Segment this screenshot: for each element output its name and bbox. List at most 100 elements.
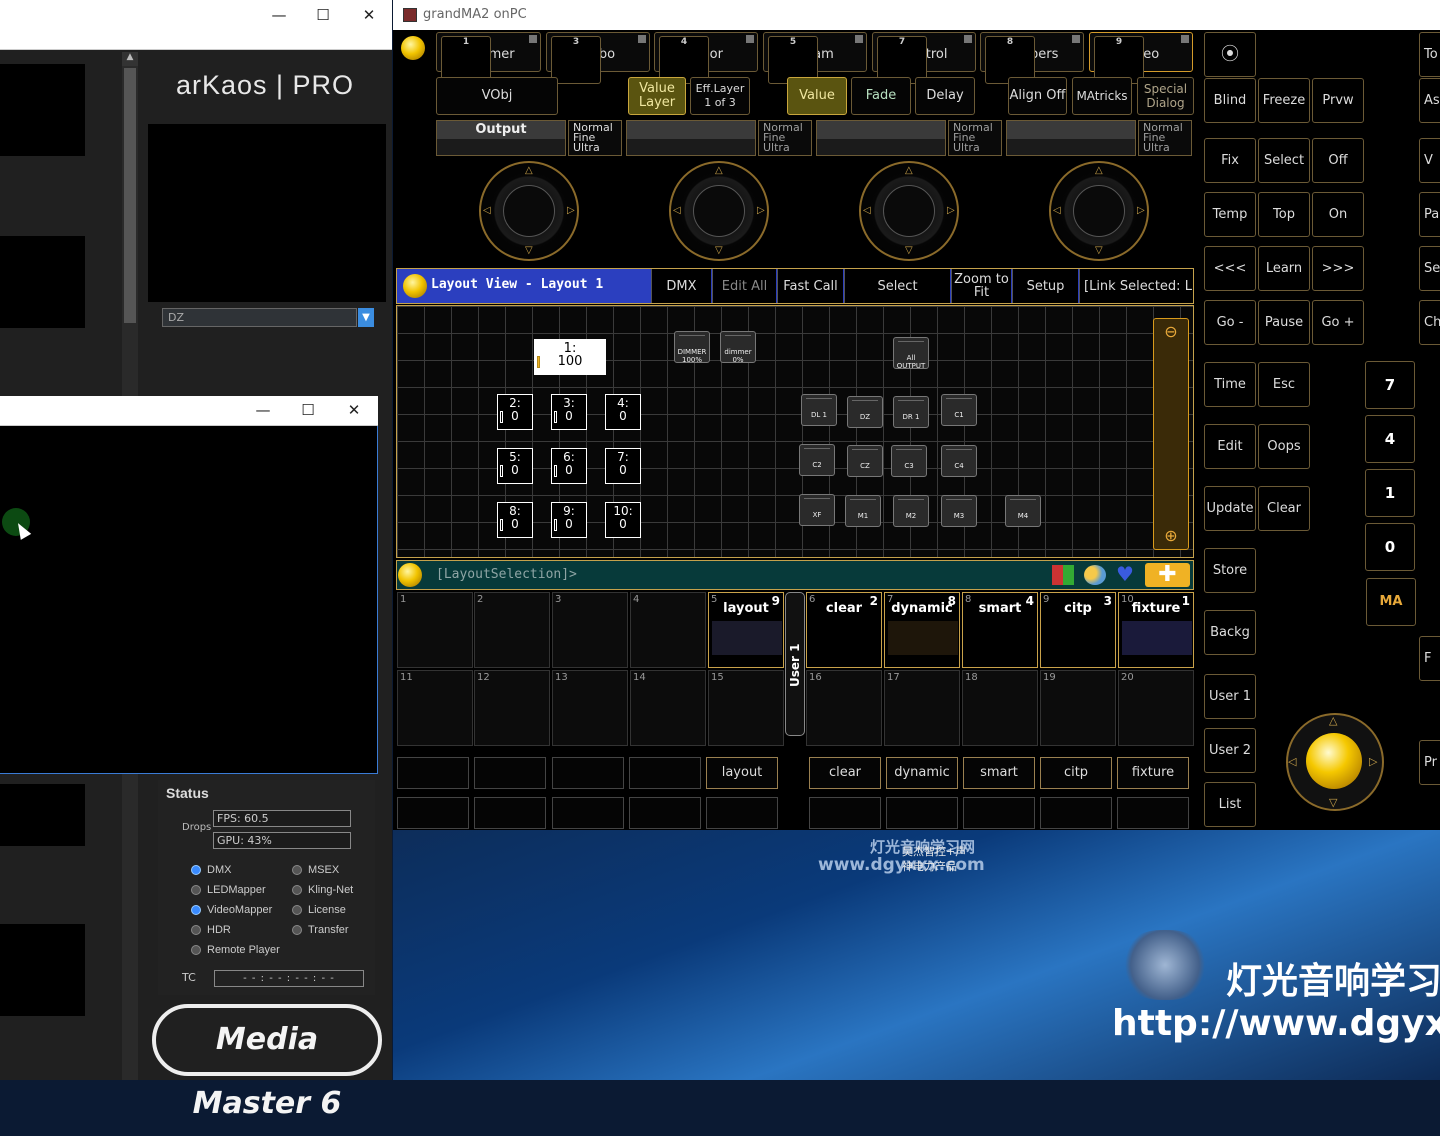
attribute-shapers[interactable]: 8Shapers [980,32,1084,84]
media-thumbnail[interactable] [0,236,85,328]
layout-object[interactable]: M1 [845,495,881,527]
target-icon[interactable]: ⦿ [1204,32,1256,77]
preview-select[interactable]: DZ [162,308,357,327]
executor-button[interactable] [629,757,701,789]
layout-object[interactable]: dimmer 0% [720,331,756,364]
radio-msex[interactable]: MSEX [292,864,339,876]
scrollbar-thumb[interactable] [124,68,136,323]
executor-dynamic[interactable]: dynamic [886,757,958,789]
key-off[interactable]: Off [1312,138,1364,183]
layout-cell-5[interactable]: 5: 0 [497,448,533,484]
radio-transfer[interactable]: Transfer [292,924,349,936]
executor-button[interactable] [706,797,778,829]
pool-slot-layout[interactable]: 5 9 layout [708,592,784,668]
resolution-selector[interactable]: Normal Fine Ultra [1138,120,1192,156]
executor-button[interactable] [963,797,1035,829]
pool-slot[interactable]: 12 [474,670,550,746]
vobj-button[interactable]: VObj [436,77,558,115]
command-line[interactable]: [LayoutSelection]> [436,567,577,582]
attribute-video[interactable]: 9Video [1089,32,1193,84]
key-temp[interactable]: Temp [1204,192,1256,237]
pool-slot[interactable]: 3 [552,592,628,668]
encoder-bar[interactable] [626,120,756,156]
executor-button[interactable] [886,797,958,829]
radio-hdr[interactable]: HDR [191,924,231,936]
pool-slot-clear[interactable]: 6 2 clear [806,592,882,668]
attribute-color[interactable]: 4Color [654,32,758,84]
media-thumbnail[interactable] [0,784,85,846]
attribute-dimmer[interactable]: 1Dimmer [436,32,541,84]
executor-button[interactable] [552,757,624,789]
key-edge[interactable]: To [1419,32,1440,77]
layout-cell-10[interactable]: 10: 0 [605,502,641,538]
tab-link-selected[interactable]: [Link Selected: L [1079,269,1193,303]
pool-slot[interactable]: 18 [962,670,1038,746]
fixture-sheet-icon[interactable] [1052,565,1074,585]
pool-slot[interactable]: 17 [884,670,960,746]
resolution-selector[interactable]: Normal Fine Ultra [948,120,1002,156]
executor-button[interactable] [474,757,546,789]
encoder-knob[interactable]: △ ▽ ◁ ▷ [669,161,769,261]
encoder-knob[interactable]: △ ▽ ◁ ▷ [479,161,579,261]
scroll-up-icon[interactable]: ▲ [122,52,138,66]
radio-license[interactable]: License [292,904,346,916]
tab-edit-all[interactable]: Edit All [712,269,776,303]
pool-slot[interactable]: 4 [630,592,706,668]
layout-object[interactable]: C3 [891,445,927,477]
layout-cell-9[interactable]: 9: 0 [551,502,587,538]
key-edge[interactable]: F [1419,636,1440,681]
trackball-ball-icon[interactable] [1306,733,1362,789]
pool-slot[interactable]: 11 [397,670,473,746]
key-prvw[interactable]: Prvw [1312,78,1364,123]
eff-layer-button[interactable]: Eff.Layer 1 of 3 [690,77,750,115]
key-learn[interactable]: Learn [1258,246,1310,291]
pool-slot[interactable]: 2 [474,592,550,668]
key-oops[interactable]: Oops [1258,424,1310,469]
value-button[interactable]: Value [787,77,847,115]
executor-button[interactable] [474,797,546,829]
executor-button[interactable] [1040,797,1112,829]
attribute-control[interactable]: 7Control [872,32,976,84]
layout-object[interactable]: XF [799,494,835,526]
key-fix[interactable]: Fix [1204,138,1256,183]
key-select[interactable]: Select [1258,138,1310,183]
pool-slot-citp[interactable]: 9 3 citp [1040,592,1116,668]
layout-object[interactable]: All OUTPUT [893,337,929,370]
key-go-minus[interactable]: Go - [1204,300,1256,345]
key-edge[interactable]: Ch [1419,300,1440,345]
pool-slot[interactable]: 15 [708,670,784,746]
yellow-ball-icon[interactable] [403,274,427,298]
key-freeze[interactable]: Freeze [1258,78,1310,123]
numpad-0[interactable]: 0 [1365,523,1415,571]
key-edge[interactable]: Pa [1419,192,1440,237]
zoom-in-icon[interactable]: ⊕ [1160,526,1182,548]
key-update[interactable]: Update [1204,486,1256,531]
close-button[interactable]: ✕ [354,6,384,24]
pool-slot-dynamic[interactable]: 7 8 dynamic [884,592,960,668]
layout-object[interactable]: DIMMER 100% [674,331,710,364]
radio-remote-player[interactable]: Remote Player [191,944,280,956]
matricks-button[interactable]: MAtricks [1072,77,1132,115]
pool-slot[interactable]: 20 [1118,670,1194,746]
yellow-ball-icon[interactable] [398,563,422,587]
key-esc[interactable]: Esc [1258,362,1310,407]
layout-cell-6[interactable]: 6: 0 [551,448,587,484]
key-on[interactable]: On [1312,192,1364,237]
chevron-down-icon[interactable]: ▼ [358,308,374,327]
key-top[interactable]: Top [1258,192,1310,237]
media-thumbnail[interactable] [0,924,85,1016]
tab-fast-call[interactable]: Fast Call [777,269,843,303]
key-store[interactable]: Store [1204,548,1256,593]
key-edit[interactable]: Edit [1204,424,1256,469]
close-button[interactable]: ✕ [339,401,369,419]
resolution-selector[interactable]: Normal Fine Ultra [758,120,812,156]
maximize-button[interactable]: ☐ [308,6,338,24]
tab-zoom-to-fit[interactable]: Zoom to Fit [951,269,1011,303]
key-time[interactable]: Time [1204,362,1256,407]
layout-cell-3[interactable]: 3: 0 [551,394,587,430]
align-off-button[interactable]: Align Off [1008,77,1067,115]
layout-object[interactable]: DR 1 [893,396,929,428]
heart-icon[interactable]: ♥ [1116,563,1140,585]
tab-setup[interactable]: Setup [1012,269,1078,303]
layout-object[interactable]: DL 1 [801,394,837,426]
